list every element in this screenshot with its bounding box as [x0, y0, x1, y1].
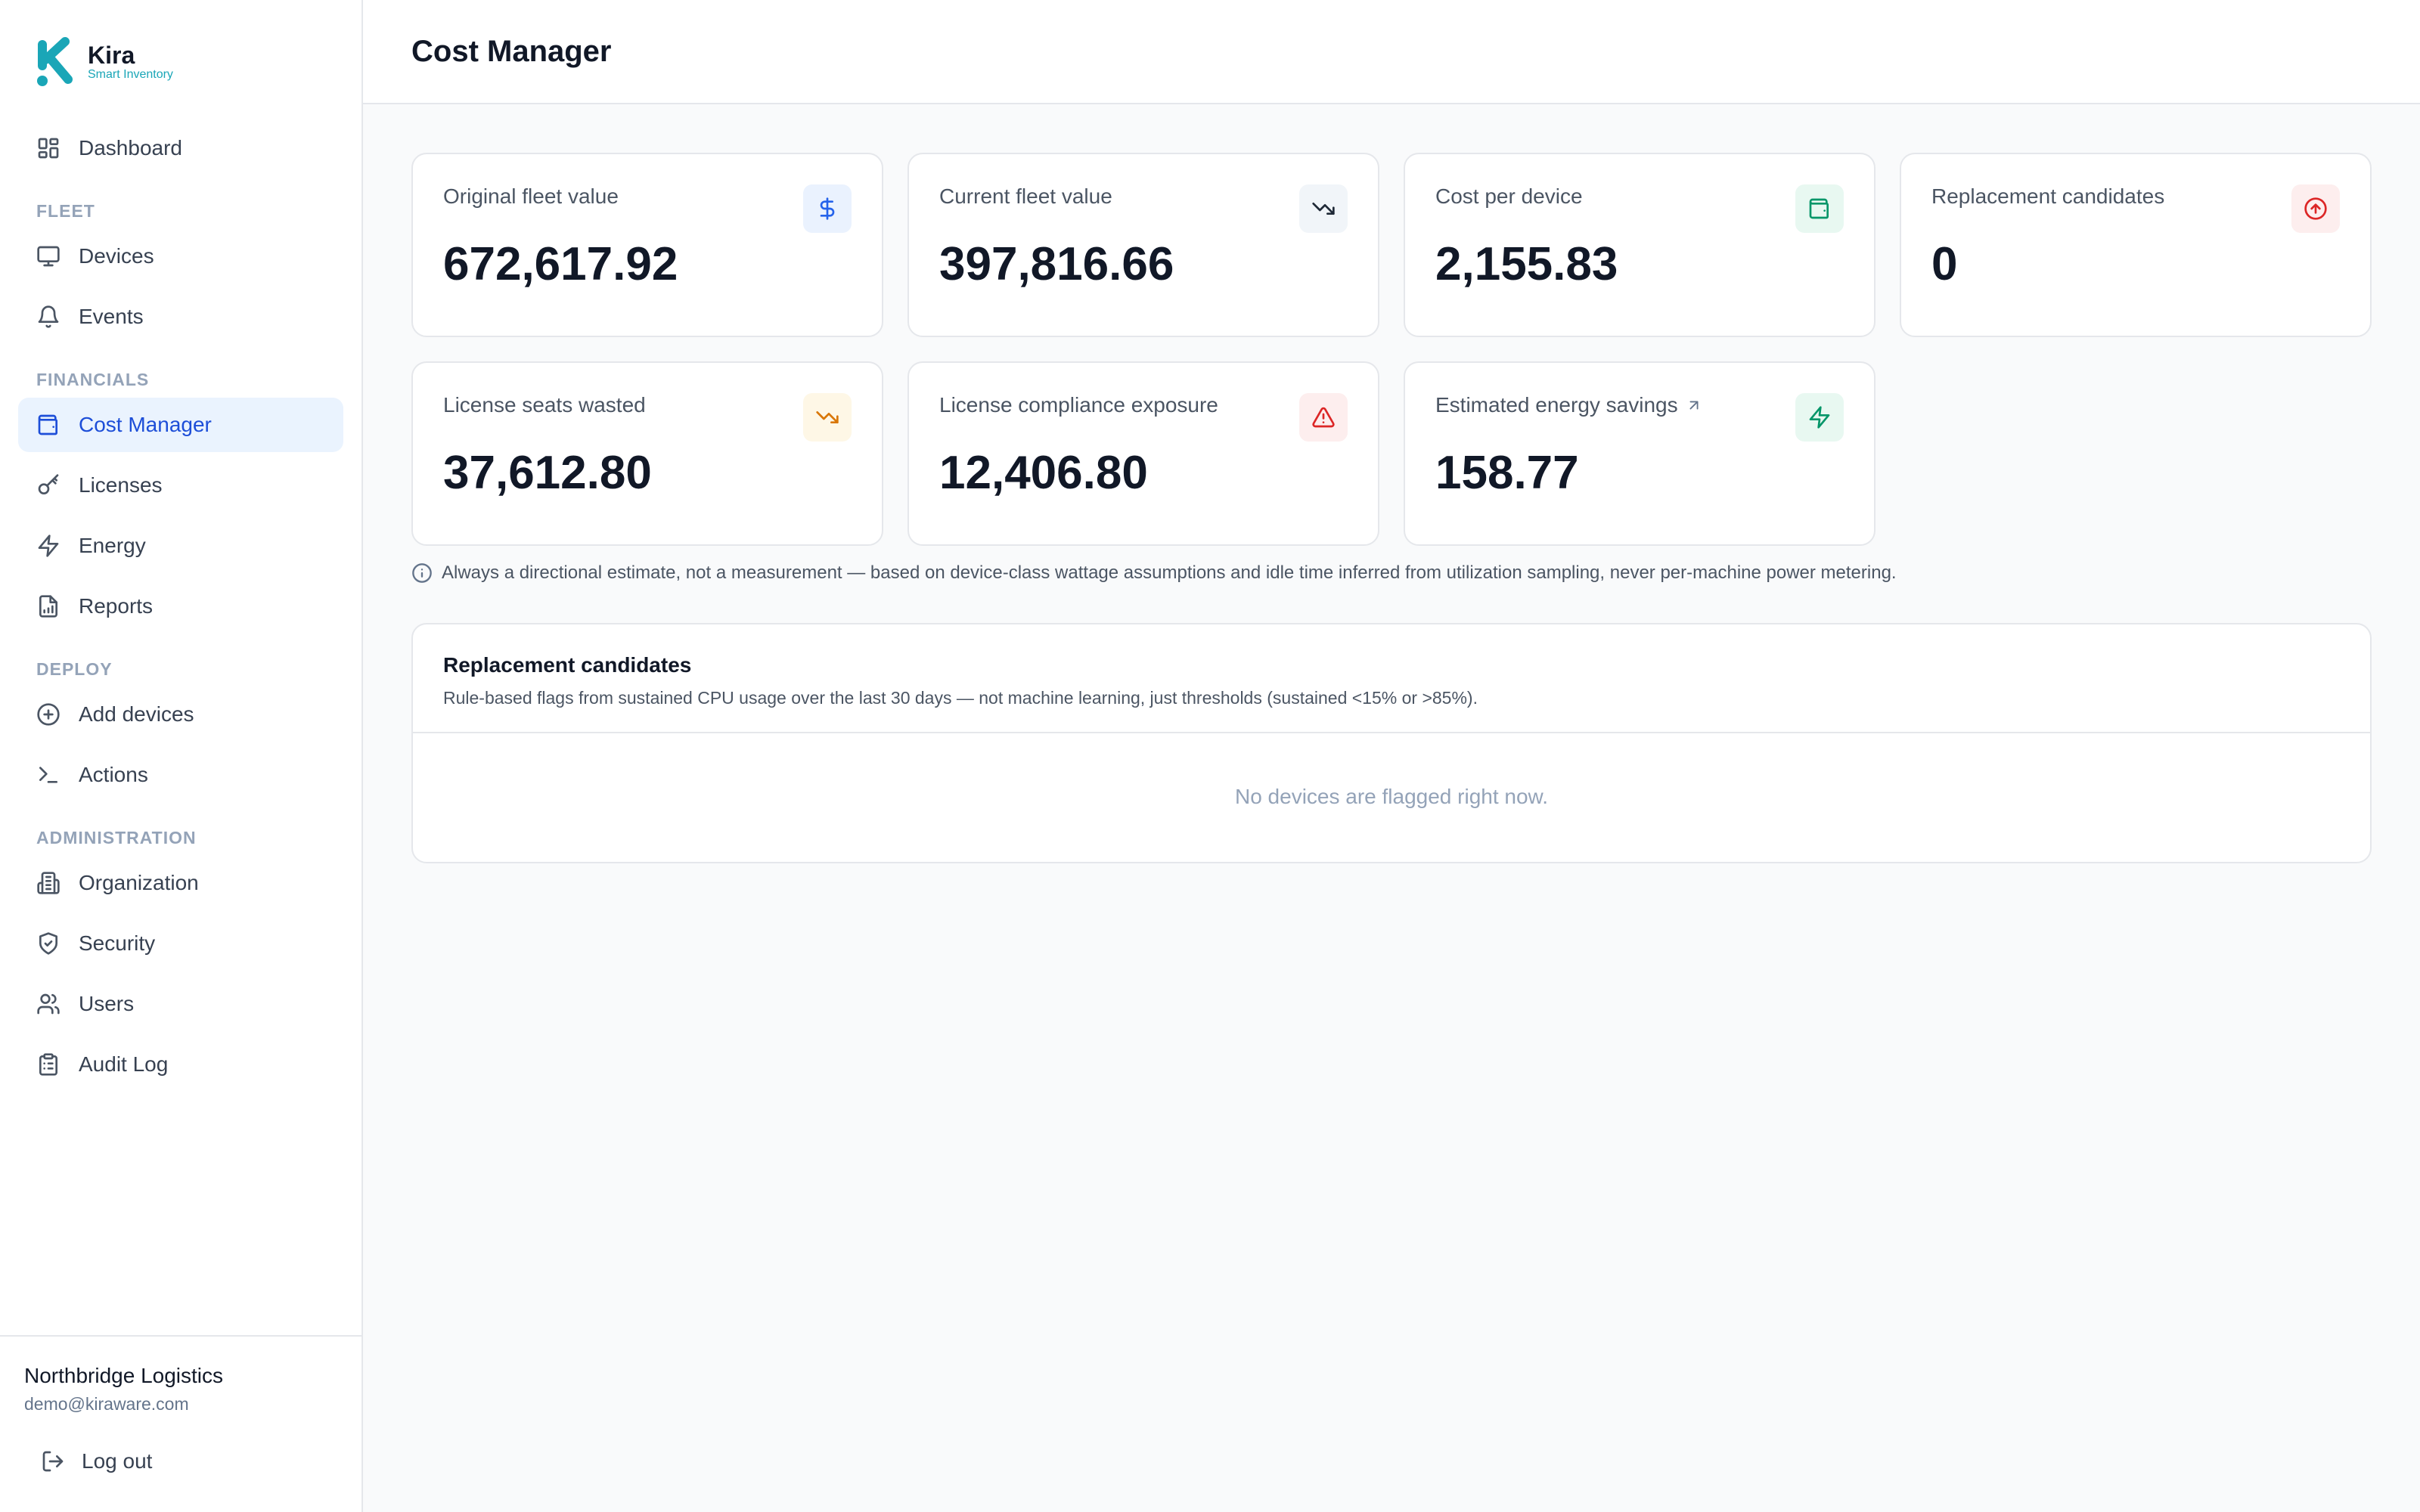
sidebar-item-devices[interactable]: Devices: [18, 229, 343, 284]
nav-section-financials: FINANCIALS: [36, 370, 150, 389]
metric-value: 2,155.83: [1435, 238, 1618, 290]
sidebar-item-label: Reports: [79, 594, 154, 618]
sidebar-item-energy[interactable]: Energy: [18, 519, 343, 573]
page-title: Cost Manager: [411, 34, 612, 68]
sidebar-item-events[interactable]: Events: [18, 290, 343, 344]
main-area: Cost Manager Original fleet value 672,61…: [363, 0, 2420, 1512]
metric-label-text: Estimated energy savings: [1435, 393, 1678, 417]
metric-card-current-fleet-value: Current fleet value 397,816.66: [908, 153, 1379, 337]
sidebar-item-audit-log[interactable]: Audit Log: [18, 1037, 343, 1092]
external-link-arrow-icon[interactable]: [1686, 397, 1702, 414]
brand-tagline: Smart Inventory: [88, 68, 173, 81]
sidebar-item-label: Events: [79, 305, 144, 328]
metric-label: License compliance exposure: [939, 393, 1218, 417]
sidebar-item-label: Dashboard: [79, 136, 182, 160]
sidebar-item-organization[interactable]: Organization: [18, 856, 343, 910]
plus-circle-icon: [37, 703, 60, 726]
note-text: Always a directional estimate, not a mea…: [442, 562, 1897, 583]
metric-value: 672,617.92: [443, 238, 678, 290]
panel-subtitle: Rule-based flags from sustained CPU usag…: [443, 688, 1478, 708]
nav-section-fleet: FLEET: [36, 201, 95, 221]
log-out-icon: [42, 1451, 64, 1472]
building-icon: [37, 872, 60, 894]
info-icon: [412, 563, 432, 583]
trending-down-icon: [1299, 184, 1348, 233]
sidebar-item-label: Security: [79, 931, 156, 955]
metric-card-original-fleet-value: Original fleet value 672,617.92: [411, 153, 883, 337]
sidebar-item-label: Licenses: [79, 473, 163, 497]
panel-title: Replacement candidates: [443, 653, 692, 677]
wallet-icon: [38, 414, 57, 435]
key-icon: [38, 474, 59, 494]
sidebar-item-label: Actions: [79, 763, 148, 786]
file-chart-icon: [39, 595, 57, 618]
replacement-candidates-panel: Replacement candidates Rule-based flags …: [411, 623, 2372, 863]
sidebar-item-label: Add devices: [79, 702, 194, 726]
kira-logo-icon: [35, 37, 77, 87]
metric-cards: Original fleet value 672,617.92 Current …: [411, 153, 2372, 546]
sidebar-item-actions[interactable]: Actions: [18, 748, 343, 802]
sidebar-item-add-devices[interactable]: Add devices: [18, 687, 343, 742]
energy-estimate-note: Always a directional estimate, not a mea…: [411, 562, 2372, 584]
sidebar-item-label: Organization: [79, 871, 199, 894]
page-header: Cost Manager: [363, 0, 2420, 104]
metric-label: Replacement candidates: [1931, 184, 2165, 208]
metric-value: 37,612.80: [443, 447, 652, 499]
sidebar-item-licenses[interactable]: Licenses: [18, 458, 343, 513]
sidebar-item-label: Devices: [79, 244, 154, 268]
sidebar-item-security[interactable]: Security: [18, 916, 343, 971]
metric-label: Estimated energy savings: [1435, 393, 1844, 417]
metric-value: 397,816.66: [939, 238, 1174, 290]
clipboard-list-icon: [39, 1053, 57, 1076]
app-shell: Kira Smart Inventory Dashboard FLEET Dev…: [0, 0, 2420, 1512]
dashboard-icon: [38, 138, 59, 159]
metric-card-cost-per-device: Cost per device 2,155.83: [1404, 153, 1876, 337]
nav-section-administration: ADMINISTRATION: [36, 828, 197, 847]
metric-value: 12,406.80: [939, 447, 1148, 499]
alert-triangle-icon: [1299, 393, 1348, 442]
metric-label: Cost per device: [1435, 184, 1583, 208]
shield-check-icon: [39, 932, 57, 955]
account-footer: Northbridge Logistics demo@kiraware.com …: [0, 1335, 361, 1512]
sidebar-item-users[interactable]: Users: [18, 977, 343, 1031]
logout-button[interactable]: Log out: [24, 1449, 337, 1473]
metric-label: License seats wasted: [443, 393, 646, 417]
org-name: Northbridge Logistics: [24, 1364, 224, 1387]
terminal-icon: [39, 767, 57, 783]
sidebar-item-label: Energy: [79, 534, 146, 557]
metric-card-replacement-candidates: Replacement candidates 0: [1900, 153, 2372, 337]
sidebar-item-cost-manager[interactable]: Cost Manager: [18, 398, 343, 452]
users-icon: [37, 993, 60, 1015]
logout-label: Log out: [82, 1449, 153, 1473]
bell-icon: [38, 305, 59, 328]
brand-logo[interactable]: Kira Smart Inventory: [0, 0, 361, 88]
metric-card-estimated-energy-savings[interactable]: Estimated energy savings 158.77: [1404, 361, 1876, 546]
cost-manager-content: Original fleet value 672,617.92 Current …: [363, 104, 2420, 863]
metric-value: 158.77: [1435, 447, 1579, 499]
brand-name: Kira: [88, 42, 135, 69]
monitor-icon: [37, 246, 60, 267]
metric-label: Original fleet value: [443, 184, 619, 208]
zap-icon: [38, 534, 59, 557]
trending-down-icon: [803, 393, 852, 442]
sidebar-item-label: Cost Manager: [79, 413, 212, 436]
empty-state-message: No devices are flagged right now.: [1234, 785, 1549, 808]
sidebar-item-reports[interactable]: Reports: [18, 579, 343, 634]
zap-icon: [1795, 393, 1844, 442]
wallet-icon: [1795, 184, 1844, 233]
metric-value: 0: [1931, 238, 1958, 290]
dollar-icon: [803, 184, 852, 233]
metric-label: Current fleet value: [939, 184, 1112, 208]
arrow-up-circle-icon: [2291, 184, 2340, 233]
panel-header: Replacement candidates Rule-based flags …: [413, 624, 2370, 733]
sidebar-nav: Dashboard FLEET Devices Events FINANCIAL…: [0, 88, 361, 1335]
metric-card-license-compliance-exposure: License compliance exposure 12,406.80: [908, 361, 1379, 546]
sidebar: Kira Smart Inventory Dashboard FLEET Dev…: [0, 0, 363, 1512]
sidebar-item-label: Audit Log: [79, 1052, 169, 1076]
nav-section-deploy: DEPLOY: [36, 659, 113, 679]
account-email: demo@kiraware.com: [24, 1394, 189, 1414]
sidebar-item-dashboard[interactable]: Dashboard: [18, 121, 343, 175]
metric-card-license-seats-wasted: License seats wasted 37,612.80: [411, 361, 883, 546]
sidebar-item-label: Users: [79, 992, 135, 1015]
